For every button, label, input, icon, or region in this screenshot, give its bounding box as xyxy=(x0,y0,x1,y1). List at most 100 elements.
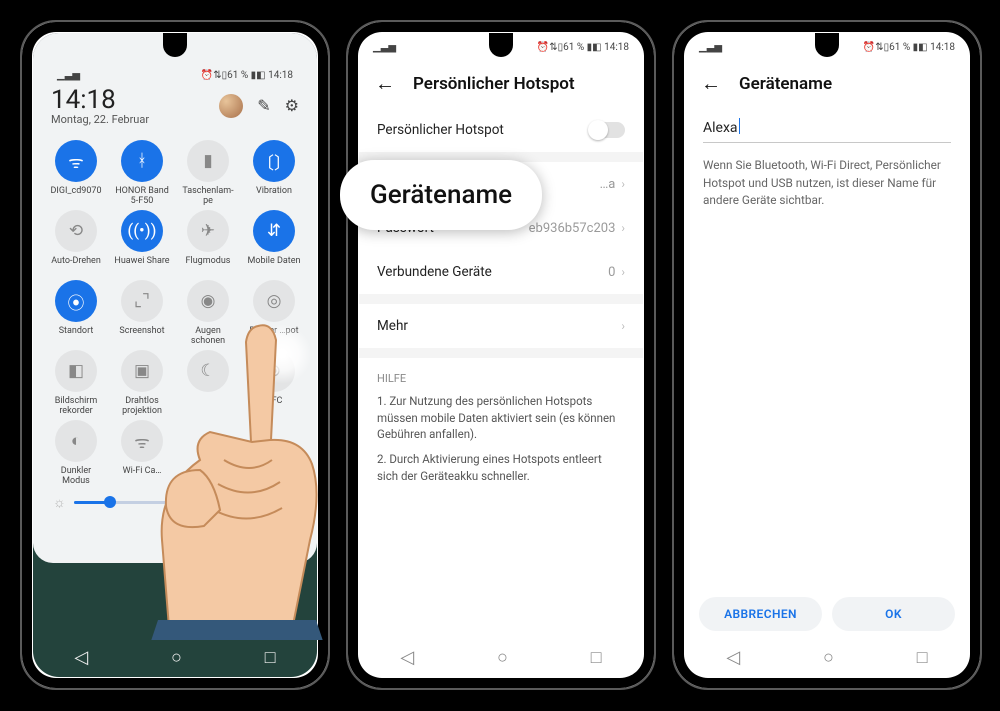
dark-icon: ◐ xyxy=(55,420,97,462)
help-text-1: 1. Zur Nutzung des persönlichen Hotspots… xyxy=(359,391,643,449)
tile-label: Huawei Share xyxy=(114,256,169,278)
status-indicators: ⏰⇅▯61 % ▮◧ 14:18 xyxy=(201,70,293,81)
tile-nfc[interactable]: ⊚…FC xyxy=(241,350,307,418)
nav-back-icon[interactable]: ◁ xyxy=(74,647,88,668)
nav-home-icon[interactable]: ○ xyxy=(823,647,834,668)
wifi-icon: ᯤ xyxy=(55,140,97,182)
tile-wifi2[interactable]: ᯤ Wi-Fi Ca… xyxy=(109,420,175,488)
value: eb936b57c203 xyxy=(529,221,616,236)
gear-icon[interactable]: ⚙ xyxy=(285,96,299,115)
label: Persönlicher Hotspot xyxy=(377,122,504,138)
back-icon[interactable]: ← xyxy=(701,71,721,96)
tile-label: Screenshot xyxy=(119,326,164,348)
phone-device-name: ▁▃▅ ⏰⇅▯61 % ▮◧ 14:18 ← Gerätename Alexa … xyxy=(672,20,982,690)
nav-home-icon[interactable]: ○ xyxy=(497,647,508,668)
tile-hshare[interactable]: ((•))Huawei Share xyxy=(109,210,175,278)
ok-button[interactable]: OK xyxy=(832,597,955,631)
tile-torch[interactable]: ▮ Taschenlam-pe xyxy=(175,140,241,208)
cancel-button[interactable]: ABBRECHEN xyxy=(699,597,822,631)
nav-recent-icon[interactable]: □ xyxy=(265,647,276,668)
callout-bubble: Gerätename xyxy=(340,160,542,230)
value: 0 xyxy=(608,265,615,280)
signal-icon: ▁▃▅ xyxy=(699,42,722,53)
status-indicators: ⏰⇅▯61 % ▮◧ 14:18 xyxy=(537,42,629,53)
sun-high-icon: ☀ xyxy=(284,495,297,511)
tile-dark[interactable]: ◐ Dunkler Modus xyxy=(43,420,109,488)
tile-plane[interactable]: ✈Flugmodus xyxy=(175,210,241,278)
clock-date: Montag, 22. Februar xyxy=(51,113,149,126)
edit-icon[interactable]: ✎ xyxy=(257,96,270,115)
row-hotspot-toggle[interactable]: Persönlicher Hotspot xyxy=(359,108,643,152)
tile-vibrate[interactable]: 〔〕 Vibration xyxy=(241,140,307,208)
tile-label: Vibration xyxy=(256,186,292,208)
clock-time: 14:18 xyxy=(51,85,149,115)
nav-home-icon[interactable]: ○ xyxy=(171,647,182,668)
tile-moon[interactable]: ☾ xyxy=(175,350,241,418)
tile-label: Taschenlam-pe xyxy=(178,186,238,208)
chevron-right-icon: › xyxy=(621,177,625,191)
quick-settings-panel: ▁▃▅ ⏰⇅▯61 % ▮◧ 14:18 14:18 Montag, 22. F… xyxy=(33,33,317,563)
help-heading: HILFE xyxy=(359,358,643,391)
tile-cast[interactable]: ▣ Drahtlos projektion xyxy=(109,350,175,418)
tile-sshot[interactable]: ⌞⌝ Screenshot xyxy=(109,280,175,348)
hotspot-icon: ◎ xyxy=(253,280,295,322)
status-indicators: ⏰⇅▯61 % ▮◧ 14:18 xyxy=(863,42,955,53)
wifi2-icon: ᯤ xyxy=(121,420,163,462)
input-value: Alexa xyxy=(703,120,738,136)
tile-eye[interactable]: ◉ Augen schonen xyxy=(175,280,241,348)
tile-rec[interactable]: ◧ Bildschirm rekorder xyxy=(43,350,109,418)
tile-label: DIGI_cd9070 xyxy=(50,186,101,208)
tile-data[interactable]: ⇵ Mobile Daten xyxy=(241,210,307,278)
torch-icon: ▮ xyxy=(187,140,229,182)
chevron-right-icon: › xyxy=(621,265,625,279)
signal-icon: ▁▃▅ xyxy=(373,42,396,53)
row-connected-devices[interactable]: Verbundene Geräte 0 › xyxy=(359,250,643,294)
data-icon: ⇵ xyxy=(253,210,295,252)
brightness-slider[interactable]: ☼ ☀ xyxy=(43,488,307,511)
tile-label: Flugmodus xyxy=(186,256,231,278)
nav-bar: ◁ ○ □ xyxy=(359,637,643,677)
tile-label: HONOR Band 5-F50 xyxy=(112,186,172,208)
sshot-icon: ⌞⌝ xyxy=(121,280,163,322)
nav-back-icon[interactable]: ◁ xyxy=(726,647,740,668)
back-icon[interactable]: ← xyxy=(375,71,395,96)
signal-icon: ▁▃▅ xyxy=(57,70,80,81)
nav-recent-icon[interactable]: □ xyxy=(917,647,928,668)
row-more[interactable]: Mehr › xyxy=(359,304,643,348)
toggle-off-icon[interactable] xyxy=(589,122,625,138)
vibrate-icon: 〔〕 xyxy=(253,140,295,182)
label: Verbundene Geräte xyxy=(377,264,492,280)
description-text: Wenn Sie Bluetooth, Wi-Fi Direct, Persön… xyxy=(685,157,969,210)
eye-icon: ◉ xyxy=(187,280,229,322)
nav-bar: ◁ ○ □ xyxy=(33,637,317,677)
tile-label: Wi-Fi Ca… xyxy=(123,466,162,488)
nav-back-icon[interactable]: ◁ xyxy=(400,647,414,668)
sun-low-icon: ☼ xyxy=(53,494,66,511)
tile-pin[interactable]: ⦿Standort xyxy=(43,280,109,348)
tile-label: Drahtlos projektion xyxy=(112,396,172,418)
tile-hotspot[interactable]: ◎ P…cher …pot xyxy=(241,280,307,348)
phone-hotspot-settings: ▁▃▅ ⏰⇅▯61 % ▮◧ 14:18 ← Persönlicher Hots… xyxy=(346,20,656,690)
tile-rotate[interactable]: ⟲Auto-Drehen xyxy=(43,210,109,278)
help-text-2: 2. Durch Aktivierung eines Hotspots entl… xyxy=(359,449,643,490)
tile-bt[interactable]: ᚼHONOR Band 5-F50 xyxy=(109,140,175,208)
avatar[interactable] xyxy=(219,94,243,118)
tile-label: Dunkler Modus xyxy=(46,466,106,488)
tile-wifi[interactable]: ᯤ DIGI_cd9070 xyxy=(43,140,109,208)
device-name-input[interactable]: Alexa xyxy=(703,112,951,143)
page-title: Persönlicher Hotspot xyxy=(413,74,575,94)
rec-icon: ◧ xyxy=(55,350,97,392)
label: Mehr xyxy=(377,318,408,334)
tile-label: Augen schonen xyxy=(178,326,238,348)
page-title: Gerätename xyxy=(739,74,832,94)
chevron-right-icon: › xyxy=(621,221,625,235)
text-cursor xyxy=(739,118,740,134)
tile-label: Bildschirm rekorder xyxy=(46,396,106,418)
tile-label: Auto-Drehen xyxy=(51,256,101,278)
tile-label: P…cher …pot xyxy=(249,326,298,348)
nfc-icon: ⊚ xyxy=(253,350,295,392)
cast-icon: ▣ xyxy=(121,350,163,392)
nav-recent-icon[interactable]: □ xyxy=(591,647,602,668)
chevron-right-icon: › xyxy=(621,319,625,333)
tile-label: Mobile Daten xyxy=(248,256,301,278)
